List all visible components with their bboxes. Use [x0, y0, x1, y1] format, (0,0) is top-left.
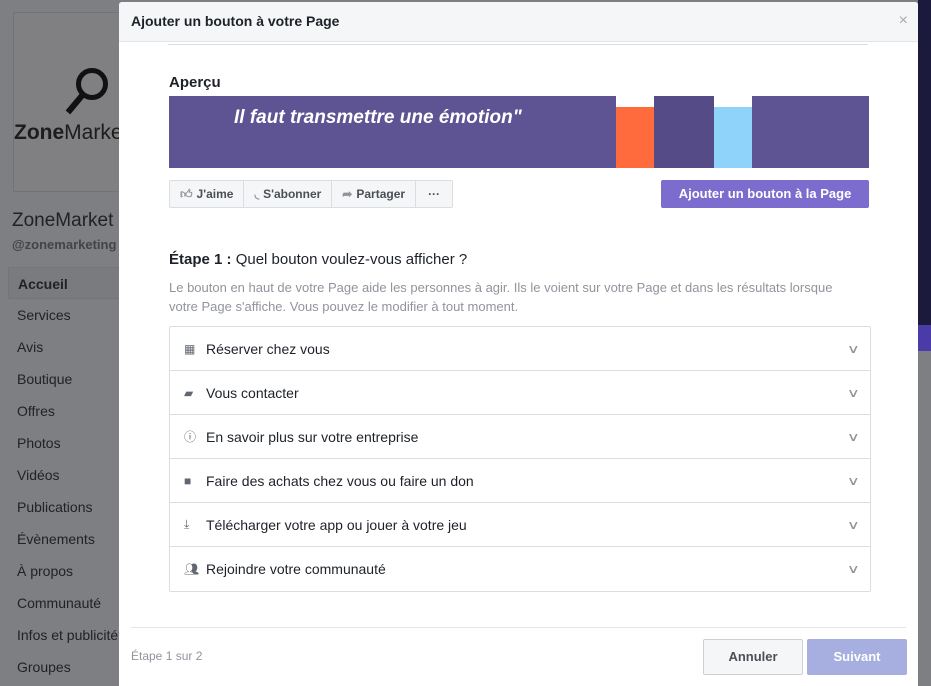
next-button[interactable]: Suivant [807, 639, 907, 675]
footer-divider [131, 627, 906, 628]
rss-icon: ◟ [254, 187, 260, 201]
dialog-title: Ajouter un bouton à votre Page [119, 2, 918, 42]
add-button-dialog: Ajouter un bouton à votre Page × Aperçu … [119, 2, 918, 686]
nav-item[interactable]: Vidéos [8, 459, 123, 491]
nav-item[interactable]: Photos [8, 427, 123, 459]
nav-item[interactable]: Avis [8, 331, 123, 363]
option-shop[interactable]: ■ Faire des achats chez vous ou faire un … [170, 459, 870, 503]
step-heading: Étape 1 : Quel bouton voulez-vous affich… [169, 251, 468, 268]
button-options-list: ▦ Réserver chez vous ∨ ▰ Vous contacter ∨ ⓘ E… [169, 326, 871, 592]
step-count: Étape 1 sur 2 [131, 649, 203, 663]
cover-photo-preview: Il faut transmettre une émotion" [169, 96, 869, 168]
nav-item[interactable]: À propos [8, 555, 123, 587]
share-icon: ➦ [342, 187, 353, 201]
more-icon: ··· [428, 187, 441, 201]
page-name: ZoneMarket [12, 210, 114, 231]
nav-item[interactable]: Publications [8, 491, 123, 523]
thumbs-up-icon: 👍︎ [180, 187, 193, 201]
background-right [918, 0, 931, 686]
option-learn-more[interactable]: ⓘ En savoir plus sur votre entreprise ∨ [170, 415, 870, 459]
calendar-icon: ▦ [184, 341, 196, 356]
option-contact[interactable]: ▰ Vous contacter ∨ [170, 371, 870, 415]
page-handle: @zonemarketing [12, 237, 117, 252]
nav-item[interactable]: Accueil [8, 267, 123, 299]
chevron-down-icon: ∨ [847, 517, 861, 532]
people-icon: 👥︎ [184, 562, 200, 576]
nav-item[interactable]: Infos et publicité [8, 619, 123, 651]
add-page-button-preview[interactable]: Ajouter un bouton à la Page [661, 180, 869, 208]
logo-text: Marke [64, 121, 123, 144]
close-icon[interactable]: × [899, 12, 908, 30]
nav-item[interactable]: Offres [8, 395, 123, 427]
option-community[interactable]: 👥︎ Rejoindre votre communauté ∨ [170, 547, 870, 591]
follow-button[interactable]: ◟ S'abonner [244, 181, 333, 207]
download-icon: ⤓ [184, 517, 190, 531]
chevron-down-icon: ∨ [847, 473, 861, 488]
option-download[interactable]: ⤓ Télécharger votre app ou jouer à votre … [170, 503, 870, 547]
nav-item[interactable]: Groupes [8, 651, 123, 683]
logo-text-bold: Zone [14, 121, 65, 144]
nav-item[interactable]: Services [8, 299, 123, 331]
page-logo: ZoneMarke [13, 12, 123, 192]
page-action-bar: 👍︎ J'aime ◟ S'abonner ➦ Partager ··· [169, 180, 454, 208]
option-book[interactable]: ▦ Réserver chez vous ∨ [170, 327, 870, 371]
cover-quote: Il faut transmettre une émotion" [234, 107, 522, 128]
divider [168, 44, 868, 45]
cancel-button[interactable]: Annuler [703, 639, 803, 675]
more-button[interactable]: ··· [416, 181, 452, 207]
step-description: Le bouton en haut de votre Page aide les… [169, 280, 833, 314]
preview-label: Aperçu [169, 74, 221, 91]
chevron-down-icon: ∨ [847, 429, 861, 444]
chevron-down-icon: ∨ [847, 562, 861, 576]
chevron-down-icon: ∨ [847, 341, 861, 356]
like-button[interactable]: 👍︎ J'aime [170, 181, 245, 207]
shopping-bag-icon: ■ [184, 473, 192, 488]
nav-item[interactable]: Boutique [8, 363, 123, 395]
page-nav: Accueil Services Avis Boutique Offres Ph… [8, 267, 123, 683]
info-icon: ⓘ [184, 430, 197, 444]
share-button[interactable]: ➦ Partager [332, 181, 417, 207]
nav-item[interactable]: Communauté [8, 587, 123, 619]
chat-icon: ▰ [184, 385, 194, 400]
nav-item[interactable]: Évènements [8, 523, 123, 555]
chevron-down-icon: ∨ [847, 385, 861, 400]
